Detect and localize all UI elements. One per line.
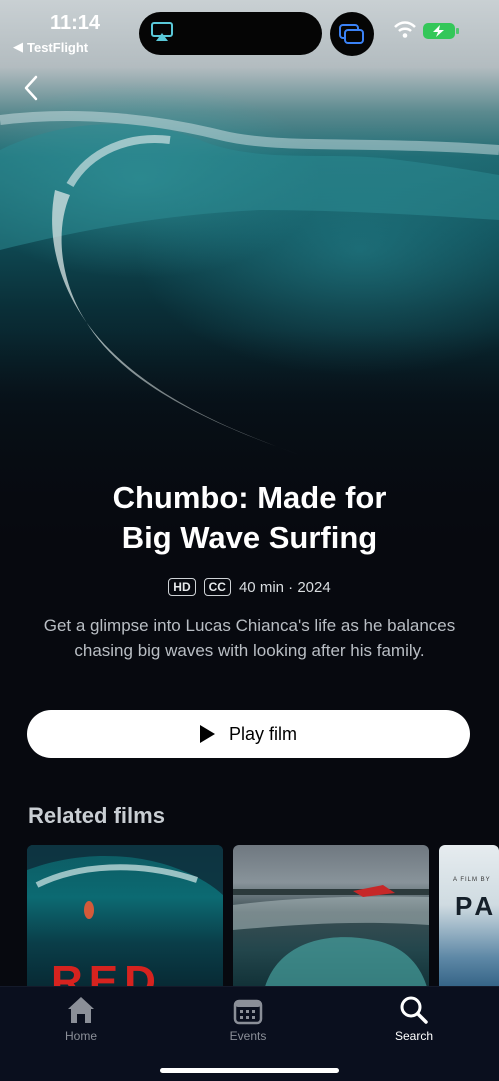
play-icon (199, 725, 215, 743)
related-films-heading: Related films (28, 803, 165, 828)
chevron-left-icon (24, 75, 38, 101)
hero-image (0, 0, 499, 560)
hd-badge: HD (168, 578, 196, 596)
tab-events-label: Events (229, 1029, 267, 1043)
related-film-card[interactable]: A FILM BY PA (439, 845, 499, 990)
bottom-tab-bar: Home Events Search (0, 986, 499, 1081)
wifi-icon (394, 21, 416, 38)
search-icon (400, 996, 428, 1024)
card-title-text: PA (455, 891, 498, 921)
tab-home-label: Home (64, 1029, 97, 1043)
airplay-icon (151, 22, 173, 41)
home-indicator (160, 1068, 339, 1073)
back-to-app-link[interactable]: ◀ TestFlight (13, 39, 88, 55)
battery-icon (423, 23, 455, 39)
caret-left-icon: ◀ (13, 39, 23, 54)
related-film-card[interactable]: RED (27, 845, 223, 990)
status-bar: 11:14 ◀ TestFlight (0, 0, 499, 70)
tab-search-label: Search (394, 1029, 434, 1043)
play-film-label: Play film (228, 723, 297, 744)
film-description: Get a glimpse into Lucas Chianca's life … (43, 616, 456, 660)
back-button[interactable] (20, 74, 44, 102)
charging-bolt-icon (433, 25, 444, 37)
duration-year: 40 min · 2024 (238, 578, 331, 596)
battery-nub (456, 28, 459, 34)
tab-home[interactable]: Home (31, 995, 131, 1043)
jetski-artwork (233, 885, 429, 990)
back-app-label: TestFlight (27, 39, 89, 55)
play-film-button[interactable]: Play film (27, 710, 470, 758)
status-time: 11:14 (50, 12, 101, 34)
film-meta: HD CC 40 min · 2024 (0, 578, 499, 596)
screen-mirror-icon (339, 24, 364, 44)
tab-events[interactable]: Events (198, 995, 298, 1043)
wave-illustration (0, 110, 499, 560)
film-title: Chumbo: Made for Big Wave Surfing (112, 480, 387, 555)
screen-mirroring-indicator (330, 12, 374, 56)
card-caption: A FILM BY (453, 877, 491, 883)
calendar-icon (233, 999, 263, 1025)
home-icon (68, 997, 94, 1023)
cc-badge: CC (203, 578, 231, 596)
tab-search[interactable]: Search (364, 995, 464, 1043)
related-film-card[interactable] (233, 845, 429, 990)
related-films-carousel[interactable]: RED A FILM BY PA (0, 845, 499, 990)
